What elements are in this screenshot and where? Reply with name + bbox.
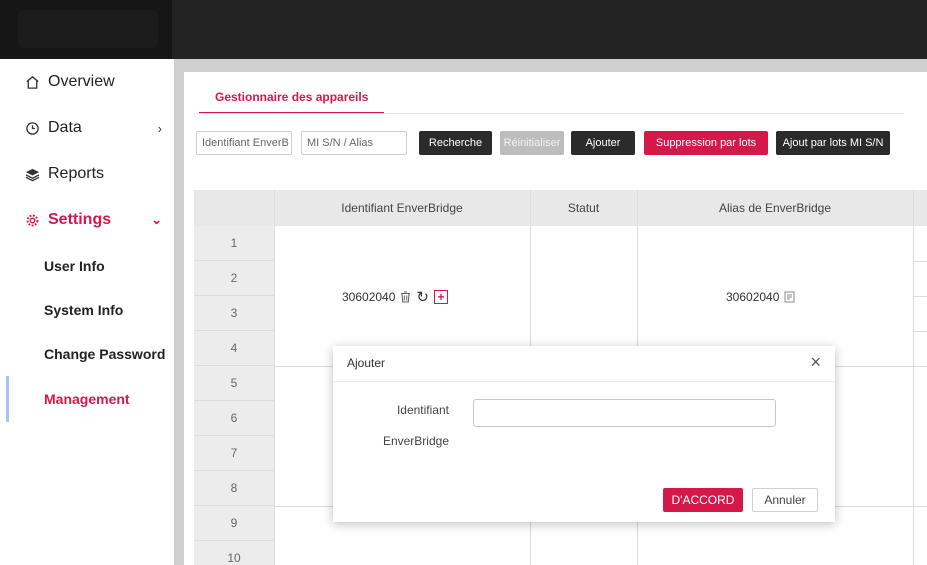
clock-icon (22, 121, 42, 136)
close-icon[interactable]: × (810, 352, 821, 373)
submenu-change-password[interactable]: Change Password (44, 346, 165, 362)
sidebar-item-label: Data (48, 119, 82, 136)
enverbridge-id-text: 30602040 (342, 290, 396, 304)
mi-sn-alias-field[interactable]: MI S/N / Alias (301, 131, 407, 155)
brand-area (0, 0, 172, 59)
row-number: 3 (194, 296, 274, 331)
submenu-user-info[interactable]: User Info (44, 258, 105, 274)
field-label-line1: Identifiant (396, 403, 449, 417)
sidebar-item-overview[interactable]: Overview (0, 62, 174, 102)
submenu-management[interactable]: Management (44, 391, 130, 407)
column-header-id: Identifiant EnverBridge (341, 201, 463, 215)
chevron-down-icon: ⌄ (151, 212, 162, 227)
layers-icon (22, 167, 42, 182)
chevron-right-icon: › (157, 120, 162, 136)
row-number: 8 (194, 471, 274, 506)
delete-icon[interactable] (400, 291, 411, 303)
row-number: 2 (194, 261, 274, 296)
add-icon[interactable]: + (433, 290, 448, 304)
sidebar-item-reports[interactable]: Reports (0, 154, 174, 194)
bulk-delete-button[interactable]: Suppression par lots (644, 131, 768, 155)
top-bar (0, 0, 927, 59)
submenu-system-info[interactable]: System Info (44, 302, 123, 318)
enverbridge-id-input[interactable] (473, 399, 776, 427)
alias-cell: 30602040 (726, 288, 795, 306)
row-divider (913, 261, 927, 262)
tab-divider (199, 113, 904, 114)
cancel-button[interactable]: Annuler (752, 488, 818, 512)
row-number: 5 (194, 366, 274, 401)
ok-button[interactable]: D'ACCORD (663, 488, 743, 512)
sidebar-item-label: Settings (48, 211, 112, 228)
home-icon (22, 75, 42, 90)
enverbridge-id-field[interactable]: Identifiant EnverB (196, 131, 292, 155)
edit-icon[interactable] (784, 291, 795, 303)
row-number: 10 (194, 541, 274, 565)
alias-text: 30602040 (726, 290, 780, 304)
reset-button[interactable]: Réinitialiser (500, 131, 564, 155)
add-button[interactable]: Ajouter (571, 131, 635, 155)
field-label-line2: EnverBridge (382, 434, 449, 448)
column-divider (913, 190, 914, 565)
bulk-add-button[interactable]: Ajout par lots MI S/N (776, 131, 890, 155)
column-header-status: Statut (567, 201, 600, 215)
add-dialog: Ajouter × Identifiant EnverBridge D'ACCO… (333, 346, 835, 522)
enverbridge-id-cell: 30602040 ↻ + (342, 288, 448, 306)
refresh-icon[interactable]: ↻ (416, 288, 429, 306)
search-button[interactable]: Recherche (419, 131, 492, 155)
gear-icon (22, 213, 42, 228)
logo (18, 10, 158, 48)
column-header-alias: Alias de EnverBridge (718, 201, 832, 215)
row-divider (913, 331, 927, 332)
row-number: 9 (194, 506, 274, 541)
row-divider (913, 296, 927, 297)
row-number: 6 (194, 401, 274, 436)
sidebar-item-label: Reports (48, 165, 105, 182)
sidebar-item-label: Overview (48, 73, 115, 90)
row-number: 4 (194, 331, 274, 366)
column-divider (274, 190, 275, 565)
sidebar-item-settings[interactable]: Settings ⌄ (0, 200, 174, 240)
dialog-header: Ajouter × (333, 346, 835, 382)
tab-device-manager[interactable]: Gestionnaire des appareils (199, 82, 385, 114)
active-indicator (6, 376, 9, 422)
row-number: 7 (194, 436, 274, 471)
sidebar: Overview Data › Reports Settings ⌄ User … (0, 59, 174, 565)
row-number: 1 (194, 226, 274, 261)
dialog-title: Ajouter (347, 356, 386, 370)
sidebar-item-data[interactable]: Data › (0, 108, 174, 148)
